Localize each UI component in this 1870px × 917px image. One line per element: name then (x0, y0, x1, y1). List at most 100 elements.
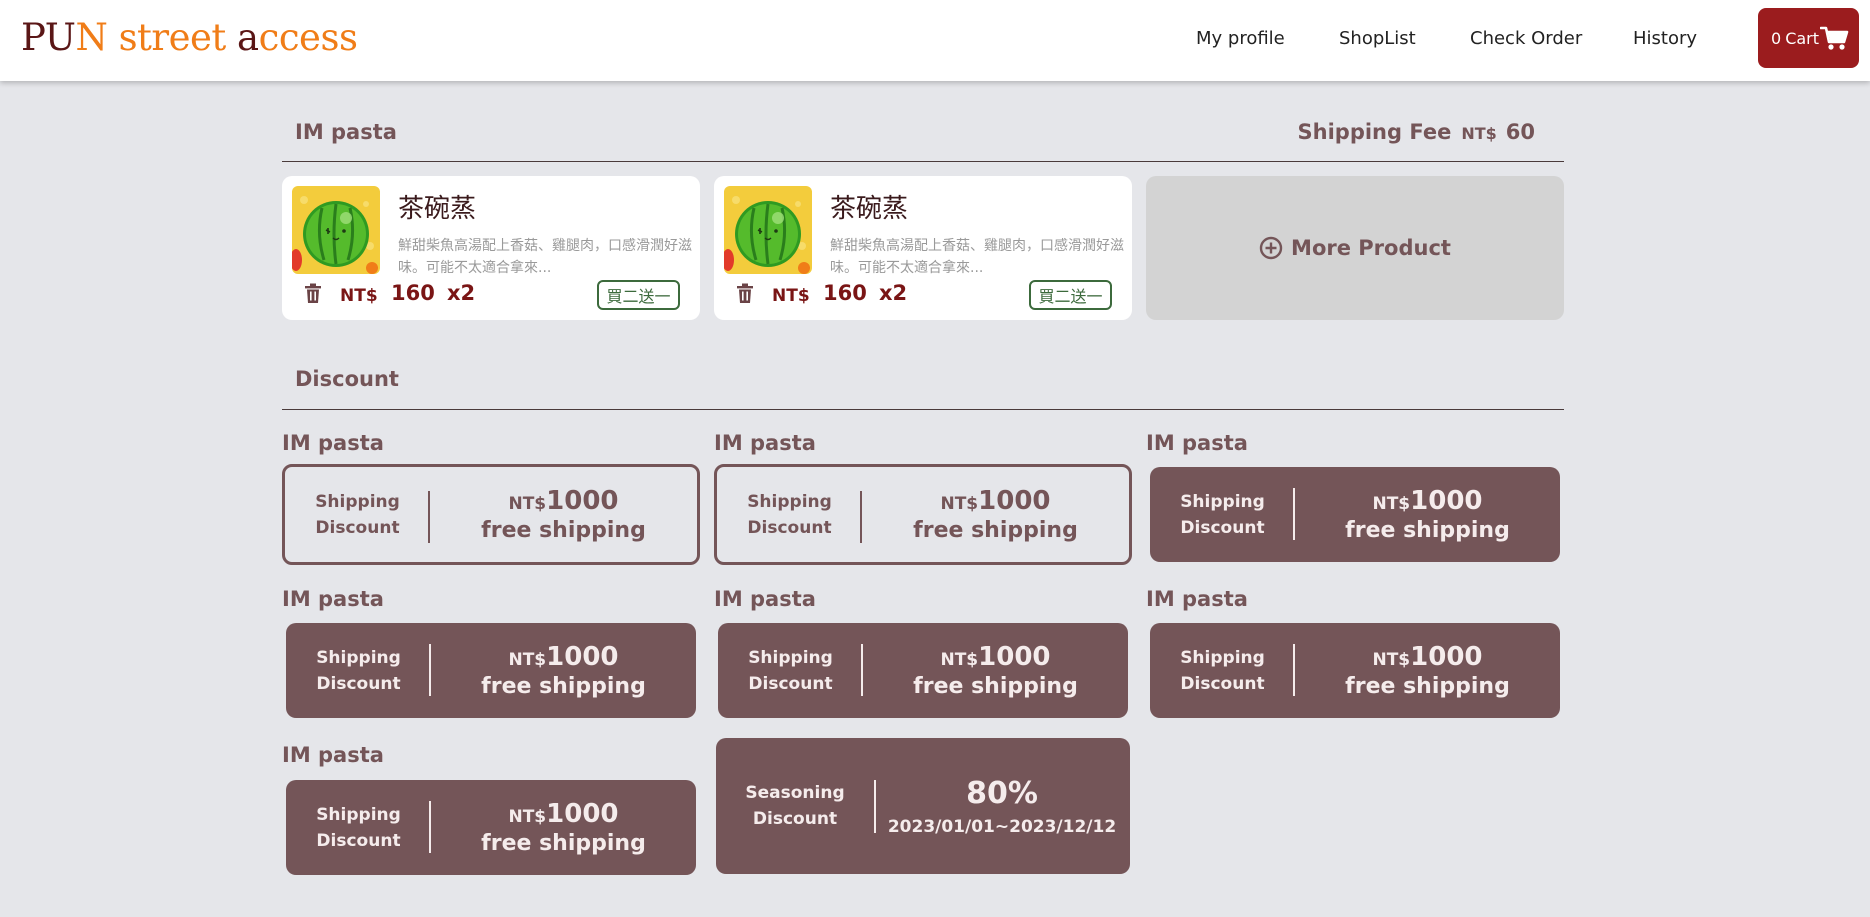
shipping-discount-coupon[interactable]: Shipping Discount NT$ 1000 free shipping (286, 780, 696, 875)
coupon-description: free shipping (1345, 674, 1510, 699)
watermelon-product-image (292, 186, 380, 274)
trash-icon[interactable] (736, 283, 754, 304)
section-divider (282, 409, 1564, 410)
watermelon-product-image (724, 186, 812, 274)
coupon-description: free shipping (1345, 518, 1510, 543)
shipping-fee: Shipping Fee NT$ 60 (1298, 120, 1535, 144)
coupon-amount: 1000 (546, 799, 619, 829)
coupon-currency: NT$ (940, 650, 979, 670)
product-name: 茶碗蒸 (398, 194, 477, 224)
trash-icon[interactable] (304, 283, 322, 304)
discount-title: Discount (295, 367, 399, 391)
price-currency: NT$ (340, 286, 378, 306)
shipping-discount-coupon[interactable]: Shipping Discount NT$ 1000 free shipping (282, 464, 700, 565)
product-price: 160 (391, 281, 435, 305)
shipping-fee-currency: NT$ (1461, 124, 1497, 143)
coupon-value: NT$ 1000 free shipping (431, 780, 696, 875)
coupon-type: Shipping Discount (286, 623, 431, 718)
coupon-type-line: Shipping (747, 491, 832, 512)
site-logo[interactable]: PUN street access (21, 14, 358, 62)
nav-my-profile[interactable]: My profile (1196, 27, 1285, 51)
coupon-value: NT$ 1000 free shipping (1295, 623, 1560, 718)
coupon-type-line: Seasoning (745, 783, 845, 803)
coupon-currency: NT$ (508, 650, 547, 670)
cart-label: Cart (1785, 28, 1820, 48)
coupon-store-label: IM pasta (714, 431, 816, 455)
more-product-label: More Product (1291, 236, 1451, 260)
coupon-type-line: Shipping (316, 647, 401, 668)
promo-badge: 買二送一 (597, 280, 680, 310)
logo-part: PU (21, 16, 76, 59)
plus-circle-icon (1259, 236, 1283, 260)
nav-history[interactable]: History (1633, 27, 1697, 51)
coupon-currency: NT$ (940, 494, 979, 514)
shipping-discount-coupon[interactable]: Shipping Discount NT$ 1000 free shipping (286, 623, 696, 718)
product-quantity: x2 (879, 281, 908, 305)
coupon-description: free shipping (481, 518, 646, 543)
nav-check-order[interactable]: Check Order (1470, 27, 1582, 51)
coupon-type-line: Shipping (1180, 647, 1265, 668)
coupon-store-label: IM pasta (282, 587, 384, 611)
coupon-amount: 1000 (978, 486, 1051, 516)
cart-button[interactable]: 0 Cart (1758, 8, 1859, 68)
coupon-type-line: Discount (315, 517, 400, 538)
coupon-currency: NT$ (508, 494, 547, 514)
seasoning-discount-coupon[interactable]: Seasoning Discount 80% 2023/01/01~2023/12… (716, 738, 1130, 874)
logo-part: ccess (258, 16, 358, 59)
coupon-value: NT$ 1000 free shipping (862, 467, 1129, 562)
coupon-value: NT$ 1000 free shipping (1295, 467, 1560, 562)
coupon-currency: NT$ (1372, 650, 1411, 670)
coupon-value: NT$ 1000 free shipping (431, 623, 696, 718)
more-product-button[interactable]: More Product (1146, 176, 1564, 320)
logo-part: a (237, 16, 259, 59)
coupon-type: Seasoning Discount (716, 738, 874, 874)
nav-shoplist[interactable]: ShopList (1339, 27, 1416, 51)
shipping-discount-coupon[interactable]: Shipping Discount NT$ 1000 free shipping (718, 623, 1128, 718)
shipping-discount-coupon[interactable]: Shipping Discount NT$ 1000 free shipping (1150, 467, 1560, 562)
cart-count: 0 (1771, 28, 1782, 48)
price-currency: NT$ (772, 286, 810, 306)
coupon-store-label: IM pasta (1146, 431, 1248, 455)
coupon-value: NT$ 1000 free shipping (863, 623, 1128, 718)
coupon-value: 80% 2023/01/01~2023/12/12 (874, 738, 1130, 874)
coupon-value: NT$ 1000 free shipping (430, 467, 697, 562)
coupon-type: Shipping Discount (717, 467, 862, 562)
coupon-type: Shipping Discount (285, 467, 430, 562)
coupon-type-line: Discount (752, 809, 838, 829)
shipping-fee-label: Shipping Fee (1297, 120, 1452, 144)
product-quantity: x2 (447, 281, 476, 305)
coupon-amount: 1000 (1410, 642, 1483, 672)
coupon-type-line: Discount (316, 673, 401, 694)
shipping-discount-coupon[interactable]: Shipping Discount NT$ 1000 free shipping (714, 464, 1132, 565)
coupon-type: Shipping Discount (718, 623, 863, 718)
coupon-amount: 1000 (1410, 486, 1483, 516)
product-card[interactable]: 茶碗蒸 鮮甜柴魚高湯配上香菇、雞腿肉，口感滑潤好滋味。可能不太適合拿來... N… (282, 176, 700, 320)
shipping-fee-value: 60 (1505, 120, 1535, 144)
coupon-type: Shipping Discount (286, 780, 431, 875)
coupon-type: Shipping Discount (1150, 467, 1295, 562)
coupon-currency: NT$ (508, 807, 547, 827)
cart-icon (1820, 26, 1849, 50)
product-name: 茶碗蒸 (830, 194, 909, 224)
coupon-store-label: IM pasta (282, 431, 384, 455)
promo-badge: 買二送一 (1029, 280, 1112, 310)
coupon-store-label: IM pasta (282, 743, 384, 767)
coupon-type-line: Shipping (1180, 491, 1265, 512)
coupon-description: free shipping (913, 518, 1078, 543)
coupon-type-line: Discount (747, 517, 832, 538)
product-description: 鮮甜柴魚高湯配上香菇、雞腿肉，口感滑潤好滋味。可能不太適合拿來... (398, 238, 692, 276)
coupon-description: free shipping (481, 674, 646, 699)
coupon-type-line: Discount (1180, 673, 1265, 694)
coupon-amount: 1000 (546, 486, 619, 516)
coupon-type-line: Shipping (315, 491, 400, 512)
product-card[interactable]: 茶碗蒸 鮮甜柴魚高湯配上香菇、雞腿肉，口感滑潤好滋味。可能不太適合拿來... N… (714, 176, 1132, 320)
coupon-store-label: IM pasta (1146, 587, 1248, 611)
coupon-description: free shipping (913, 674, 1078, 699)
section-divider (282, 161, 1564, 162)
coupon-type-line: Shipping (316, 804, 401, 825)
coupon-store-label: IM pasta (714, 587, 816, 611)
shipping-discount-coupon[interactable]: Shipping Discount NT$ 1000 free shipping (1150, 623, 1560, 718)
coupon-type: Shipping Discount (1150, 623, 1295, 718)
product-description: 鮮甜柴魚高湯配上香菇、雞腿肉，口感滑潤好滋味。可能不太適合拿來... (830, 238, 1124, 276)
coupon-description: free shipping (481, 831, 646, 856)
